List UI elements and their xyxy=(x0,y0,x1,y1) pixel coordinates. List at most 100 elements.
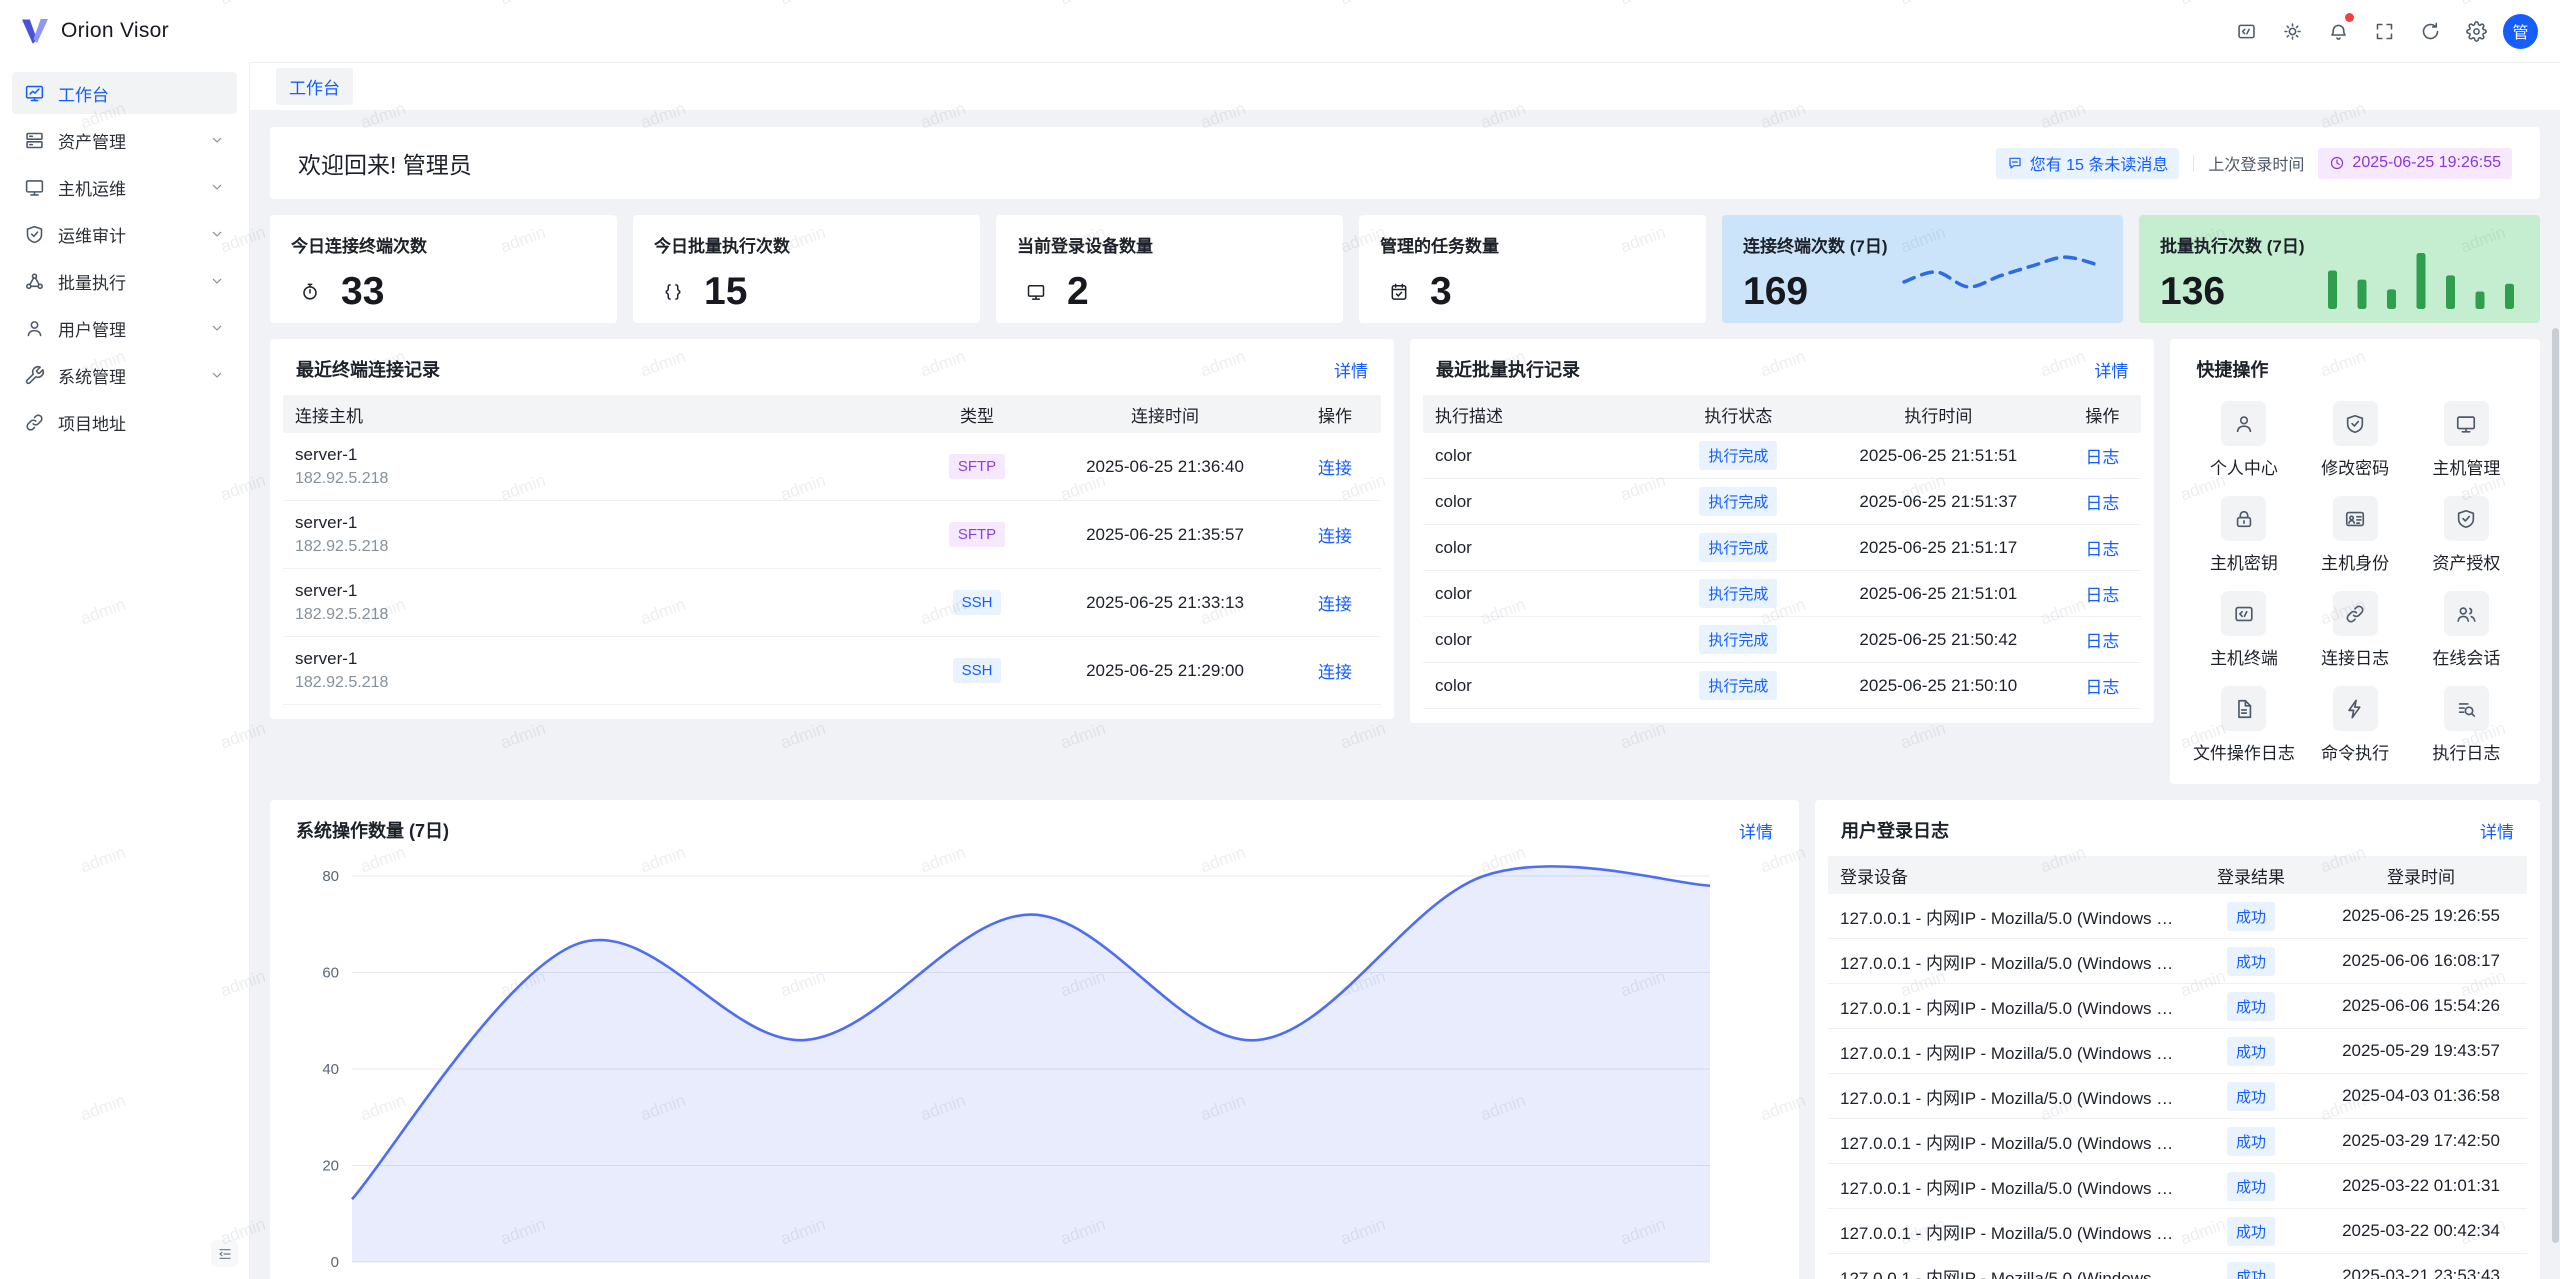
quick-action-item[interactable]: 修改密码 xyxy=(2300,401,2411,479)
host-ip: 182.92.5.218 xyxy=(295,470,901,488)
quick-action-item[interactable]: 文件操作日志 xyxy=(2188,686,2299,764)
sidebar-item[interactable]: 用户管理 xyxy=(12,307,237,349)
col-result: 登录结果 xyxy=(2187,863,2315,888)
header-icon-button[interactable] xyxy=(2411,12,2449,50)
stat-value: 3 xyxy=(1430,270,1452,314)
chart-details-link[interactable]: 详情 xyxy=(1739,818,1773,843)
header-icon-button[interactable] xyxy=(2227,12,2265,50)
exec-status-badge: 执行完成 xyxy=(1699,487,1777,516)
header-icon-button[interactable] xyxy=(2319,12,2357,50)
connect-link[interactable]: 连接 xyxy=(1318,527,1352,546)
last-login-label: 上次登录时间 xyxy=(2208,151,2304,175)
header-icon-button[interactable] xyxy=(2365,12,2403,50)
col-action: 操作 xyxy=(1289,402,1381,427)
sidebar-item[interactable]: 资产管理 xyxy=(12,119,237,161)
quick-action-item[interactable]: 主机终端 xyxy=(2188,591,2299,669)
header-icon xyxy=(2328,21,2349,42)
page-scrollbar[interactable] xyxy=(2552,328,2559,1243)
sidebar-item-icon xyxy=(24,365,45,386)
quick-action-label: 在线会话 xyxy=(2432,644,2500,669)
protocol-badge: SSH xyxy=(953,590,1002,615)
quick-actions-card: 快捷操作 个人中心 修改密码 xyxy=(2170,339,2540,784)
user-avatar[interactable]: 管 xyxy=(2503,14,2538,49)
log-link[interactable]: 日志 xyxy=(2085,448,2119,467)
system-operations-card: 系统操作数量 (7日) 详情 0204060802025-06-192025-0… xyxy=(270,800,1799,1279)
quick-action-item[interactable]: 资产授权 xyxy=(2411,496,2522,574)
log-link[interactable]: 日志 xyxy=(2085,632,2119,651)
table-row: 127.0.0.1 - 内网IP - Mozilla/5.0 (Windows … xyxy=(1828,984,2527,1029)
login-result-badge: 成功 xyxy=(2227,1037,2275,1066)
orion-logo-icon xyxy=(20,18,50,45)
divider xyxy=(2193,155,2194,172)
connect-link[interactable]: 连接 xyxy=(1318,459,1352,478)
login-result-badge: 成功 xyxy=(2227,947,2275,976)
sidebar-item[interactable]: 运维审计 xyxy=(12,213,237,255)
quick-action-icon xyxy=(2444,591,2489,636)
log-link[interactable]: 日志 xyxy=(2085,540,2119,559)
host-ip: 182.92.5.218 xyxy=(295,606,901,624)
table-row: color 执行完成 2025-06-25 21:51:51 日志 xyxy=(1423,433,2141,479)
table-row: server-1 182.92.5.218 SFTP 2025-06-25 21… xyxy=(283,501,1381,569)
login-details-link[interactable]: 详情 xyxy=(2480,818,2514,843)
breadcrumb[interactable]: 工作台 xyxy=(276,68,353,105)
unread-messages-text: 您有 15 条未读消息 xyxy=(2030,151,2169,175)
quick-action-item[interactable]: 在线会话 xyxy=(2411,591,2522,669)
sidebar-item[interactable]: 批量执行 xyxy=(12,260,237,302)
app-header: Orion Visor xyxy=(0,0,2560,62)
quick-action-label: 主机身份 xyxy=(2321,549,2389,574)
sidebar-item-icon xyxy=(24,271,45,292)
log-link[interactable]: 日志 xyxy=(2085,678,2119,697)
protocol-badge: SFTP xyxy=(949,522,1005,547)
sidebar-collapse-button[interactable] xyxy=(211,1240,238,1267)
login-time: 2025-03-21 23:53:43 xyxy=(2315,1266,2527,1279)
header-icon-button[interactable] xyxy=(2273,12,2311,50)
exec-description: color xyxy=(1423,584,1663,604)
quick-action-icon xyxy=(2221,496,2266,541)
connect-link[interactable]: 连接 xyxy=(1318,663,1352,682)
table-row: 127.0.0.1 - 内网IP - Mozilla/5.0 (Windows … xyxy=(1828,1119,2527,1164)
exec-status-badge: 执行完成 xyxy=(1699,579,1777,608)
card-title: 最近批量执行记录 xyxy=(1436,356,1580,382)
login-device: 127.0.0.1 - 内网IP - Mozilla/5.0 (Windows … xyxy=(1828,1129,2187,1154)
quick-action-item[interactable]: 连接日志 xyxy=(2300,591,2411,669)
connect-link[interactable]: 连接 xyxy=(1318,595,1352,614)
sidebar-item-label: 系统管理 xyxy=(58,363,209,388)
sidebar-item[interactable]: 工作台 xyxy=(12,72,237,114)
connect-time: 2025-06-25 21:35:57 xyxy=(1041,525,1289,545)
quick-action-item[interactable]: 个人中心 xyxy=(2188,401,2299,479)
quick-action-label: 连接日志 xyxy=(2321,644,2389,669)
login-time: 2025-03-29 17:42:50 xyxy=(2315,1131,2527,1151)
log-link[interactable]: 日志 xyxy=(2085,586,2119,605)
card-title: 快捷操作 xyxy=(2196,356,2268,382)
exec-time: 2025-06-25 21:50:42 xyxy=(1813,630,2063,650)
login-result-badge: 成功 xyxy=(2227,1217,2275,1246)
quick-action-item[interactable]: 主机身份 xyxy=(2300,496,2411,574)
quick-action-item[interactable]: 主机管理 xyxy=(2411,401,2522,479)
table-row: color 执行完成 2025-06-25 21:50:42 日志 xyxy=(1423,617,2141,663)
table-row: 127.0.0.1 - 内网IP - Mozilla/5.0 (Windows … xyxy=(1828,894,2527,939)
stat-label: 管理的任务数量 xyxy=(1380,232,1685,257)
exec-description: color xyxy=(1423,492,1663,512)
table-row: 127.0.0.1 - 内网IP - Mozilla/5.0 (Windows … xyxy=(1828,1254,2527,1279)
sidebar-item-label: 工作台 xyxy=(58,81,225,106)
exec-description: color xyxy=(1423,676,1663,696)
exec-time: 2025-06-25 21:51:17 xyxy=(1813,538,2063,558)
sidebar-item[interactable]: 项目地址 xyxy=(12,401,237,443)
sidebar-item-label: 项目地址 xyxy=(58,410,225,435)
chevron-down-icon xyxy=(209,367,225,383)
sidebar-item[interactable]: 系统管理 xyxy=(12,354,237,396)
quick-action-item[interactable]: 主机密钥 xyxy=(2188,496,2299,574)
exec-status-badge: 执行完成 xyxy=(1699,625,1777,654)
unread-messages-badge[interactable]: 您有 15 条未读消息 xyxy=(1996,148,2180,179)
quick-action-item[interactable]: 命令执行 xyxy=(2300,686,2411,764)
header-icon-button[interactable] xyxy=(2457,12,2495,50)
table-header: 连接主机 类型 连接时间 操作 xyxy=(283,395,1381,433)
header-icon xyxy=(2420,21,2441,42)
terminal-details-link[interactable]: 详情 xyxy=(1334,357,1368,382)
card-title: 系统操作数量 (7日) xyxy=(296,817,449,843)
quick-action-item[interactable]: 执行日志 xyxy=(2411,686,2522,764)
log-link[interactable]: 日志 xyxy=(2085,494,2119,513)
login-device: 127.0.0.1 - 内网IP - Mozilla/5.0 (Windows … xyxy=(1828,1174,2187,1199)
batch-details-link[interactable]: 详情 xyxy=(2094,357,2128,382)
sidebar-item[interactable]: 主机运维 xyxy=(12,166,237,208)
